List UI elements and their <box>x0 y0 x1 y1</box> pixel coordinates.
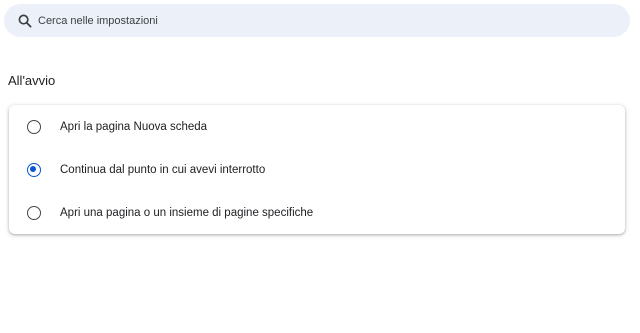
startup-option-label: Continua dal punto in cui avevi interrot… <box>60 164 266 176</box>
startup-option-label: Apri una pagina o un insieme di pagine s… <box>60 207 314 219</box>
section-title-startup: All'avvio <box>8 73 56 88</box>
radio-button-unchecked[interactable] <box>27 206 41 220</box>
startup-option-new-tab[interactable]: Apri la pagina Nuova scheda <box>9 109 625 145</box>
search-input[interactable] <box>38 14 598 27</box>
radio-button-unchecked[interactable] <box>27 120 41 134</box>
startup-option-label: Apri la pagina Nuova scheda <box>60 121 208 133</box>
startup-options-card: Apri la pagina Nuova scheda Continua dal… <box>9 105 625 234</box>
search-icon <box>17 13 33 29</box>
search-bar[interactable] <box>4 4 630 37</box>
settings-page: All'avvio Apri la pagina Nuova scheda Co… <box>0 0 640 333</box>
startup-option-continue[interactable]: Continua dal punto in cui avevi interrot… <box>9 152 625 188</box>
radio-button-checked[interactable] <box>27 163 41 177</box>
startup-option-specific-pages[interactable]: Apri una pagina o un insieme di pagine s… <box>9 195 625 231</box>
